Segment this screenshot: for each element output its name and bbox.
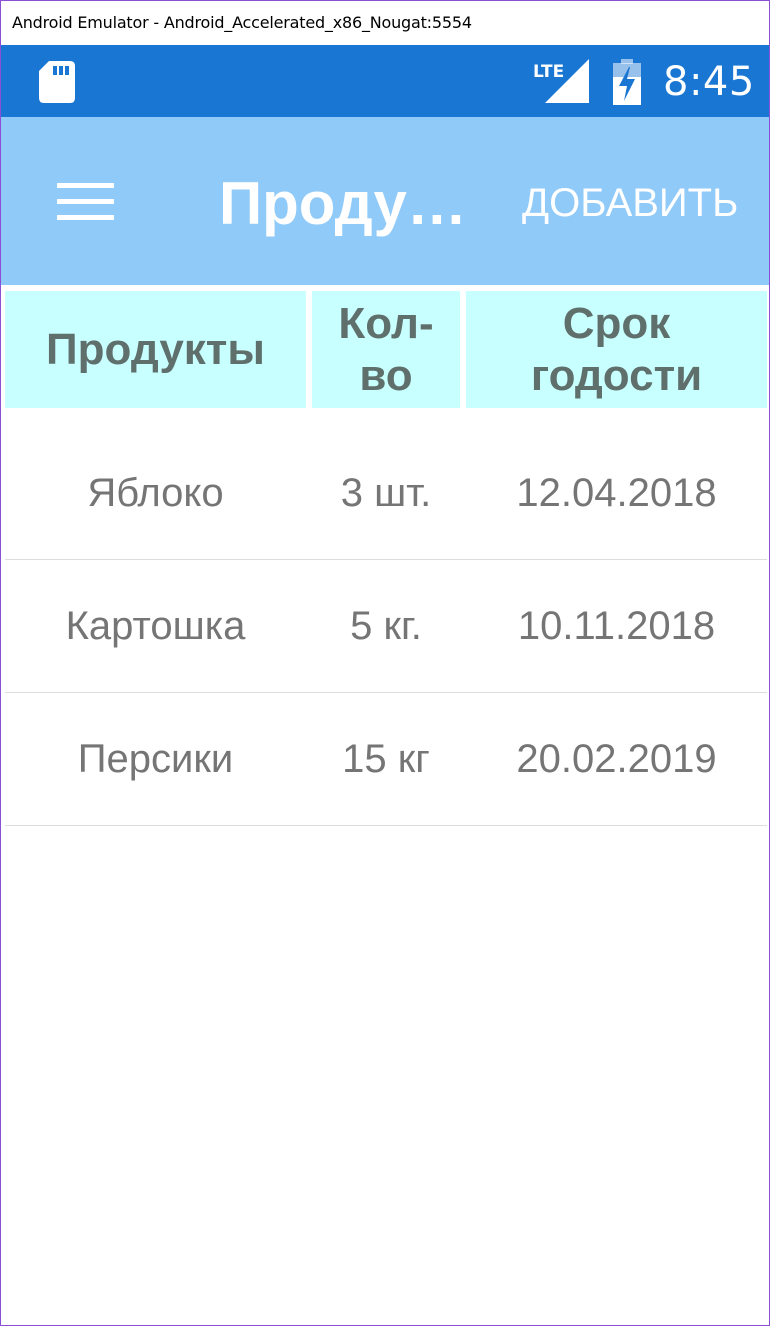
product-name-cell: Персики — [77, 736, 234, 781]
header-expiry-line1: Срок — [562, 298, 671, 348]
network-type-label: LTE — [533, 62, 564, 82]
app-toolbar: Продукты ДОБАВИТЬ — [1, 117, 769, 285]
menu-button[interactable] — [41, 159, 131, 243]
sd-card-icon — [39, 61, 75, 103]
status-clock: 8:45 — [663, 59, 755, 105]
header-quantity-label: Кол- во — [338, 298, 433, 402]
header-quantity-line1: Кол- — [338, 298, 434, 348]
product-expiry-cell: 20.02.2019 — [516, 736, 717, 781]
product-quantity-cell: 3 шт. — [340, 470, 432, 515]
product-name-cell: Яблоко — [87, 470, 224, 515]
table-row[interactable]: Картошка 5 кг. 10.11.2018 — [5, 560, 767, 693]
header-quantity: Кол- во — [312, 291, 460, 408]
lte-signal-icon: LTE — [533, 59, 589, 103]
header-expiry-label: Срок годости — [531, 298, 702, 402]
product-expiry-cell: 12.04.2018 — [516, 470, 717, 515]
window-title: Android Emulator - Android_Accelerated_x… — [12, 13, 472, 32]
product-quantity-cell: 5 кг. — [350, 603, 422, 648]
product-expiry-cell: 10.11.2018 — [517, 603, 716, 648]
toolbar-title: Продукты — [219, 170, 471, 237]
header-expiry: Срок годости — [466, 291, 767, 408]
add-button[interactable]: ДОБАВИТЬ — [522, 179, 738, 227]
table-row[interactable]: Персики 15 кг 20.02.2019 — [5, 693, 767, 826]
product-name-cell: Картошка — [65, 603, 246, 648]
header-products: Продукты — [5, 291, 306, 408]
product-quantity-cell: 15 кг — [342, 736, 430, 781]
status-bar: LTE 8:45 — [1, 45, 769, 117]
header-expiry-line2: годости — [530, 350, 703, 400]
window-titlebar[interactable]: Android Emulator - Android_Accelerated_x… — [1, 1, 769, 45]
emulator-window: Android Emulator - Android_Accelerated_x… — [0, 0, 770, 1326]
battery-charging-icon — [613, 59, 641, 105]
header-quantity-line2: во — [359, 350, 413, 400]
table-row[interactable]: Яблоко 3 шт. 12.04.2018 — [5, 427, 767, 560]
header-products-label: Продукты — [46, 324, 265, 374]
